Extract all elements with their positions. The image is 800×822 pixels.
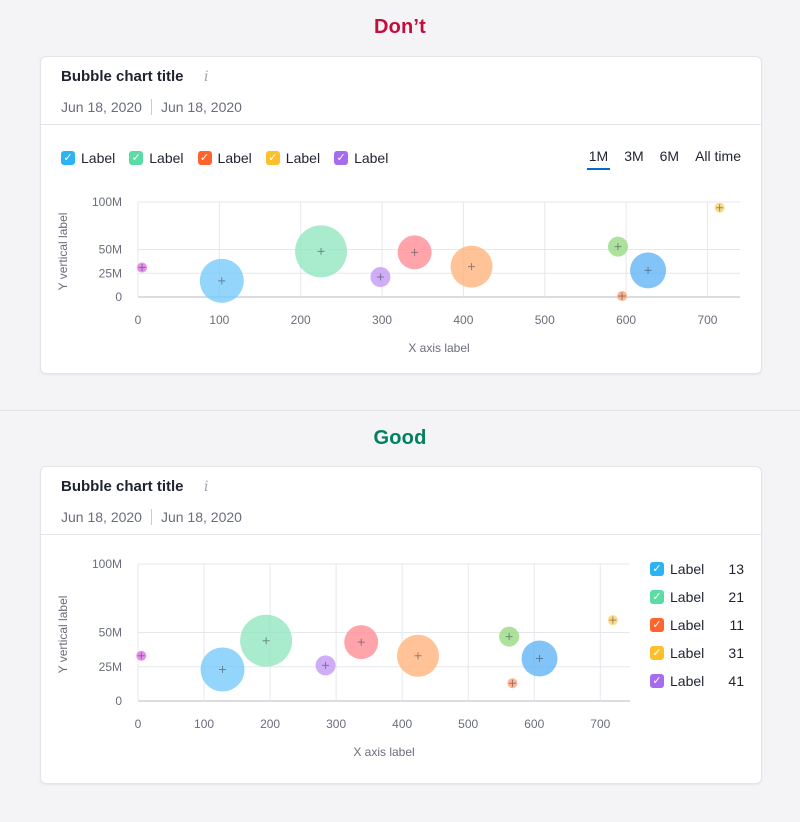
bubble-chart-dont: 0 25M 50M 100M 0 100 200 300 400 500 600 700 X axis … <box>56 195 740 355</box>
y-axis-label: Y vertical label <box>56 213 70 291</box>
x-tick-label: 300 <box>326 717 346 731</box>
y-axis-label: Y vertical label <box>56 596 70 674</box>
chart-card-good: Bubble chart title i Jun 18, 2020 Jun 18… <box>40 466 762 784</box>
legend-label: Label <box>670 561 705 577</box>
y-tick-label: 50M <box>99 626 122 640</box>
legend-label: Label <box>670 617 705 633</box>
x-tick-label: 600 <box>524 717 544 731</box>
legend-value: 31 <box>728 645 744 661</box>
chart-card-dont: Bubble chart title i Jun 18, 2020 Jun 18… <box>40 56 762 374</box>
checkbox-checked-icon[interactable]: ✓ <box>650 646 664 660</box>
checkbox-checked-icon[interactable]: ✓ <box>650 618 664 632</box>
legend-value: 13 <box>728 561 744 577</box>
legend-value: 11 <box>729 617 744 633</box>
y-tick-label: 100M <box>92 195 122 209</box>
x-tick-label: 100 <box>209 313 229 327</box>
checkbox-checked-icon[interactable]: ✓ <box>650 674 664 688</box>
x-axis-label: X axis label <box>408 341 469 355</box>
legend-label: Label <box>670 645 705 661</box>
x-tick-label: 200 <box>291 313 311 327</box>
x-tick-label: 0 <box>135 717 142 731</box>
checkbox-checked-icon[interactable]: ✓ <box>650 590 664 604</box>
legend-label: Label <box>670 589 705 605</box>
legend-item-3[interactable]: ✓ Label 11 <box>650 611 744 639</box>
x-tick-label: 400 <box>392 717 412 731</box>
legend-item-5[interactable]: ✓ Label 41 <box>650 667 744 695</box>
x-tick-label: 700 <box>697 313 717 327</box>
x-tick-label: 400 <box>453 313 473 327</box>
x-tick-label: 200 <box>260 717 280 731</box>
legend-value: 21 <box>728 589 744 605</box>
x-tick-label: 600 <box>616 313 636 327</box>
good-heading: Good <box>373 427 427 449</box>
y-tick-label: 100M <box>92 557 122 571</box>
section-divider <box>0 410 800 411</box>
y-tick-label: 25M <box>99 266 122 280</box>
legend-item-1[interactable]: ✓ Label 13 <box>650 555 744 583</box>
y-tick-label: 0 <box>115 694 122 708</box>
legend-item-4[interactable]: ✓ Label 31 <box>650 639 744 667</box>
x-tick-label: 100 <box>194 717 214 731</box>
x-tick-label: 300 <box>372 313 392 327</box>
y-tick-label: 50M <box>99 243 122 257</box>
x-tick-label: 700 <box>590 717 610 731</box>
legend-item-2[interactable]: ✓ Label 21 <box>650 583 744 611</box>
x-tick-label: 500 <box>458 717 478 731</box>
y-tick-label: 25M <box>99 660 122 674</box>
checkbox-checked-icon[interactable]: ✓ <box>650 562 664 576</box>
dont-heading: Don’t <box>373 16 427 38</box>
legend-value: 41 <box>728 673 744 689</box>
legend-label: Label <box>670 673 705 689</box>
legend-side: ✓ Label 13 ✓ Label 21 ✓ Label 11 ✓ Label… <box>650 555 744 695</box>
x-axis-label: X axis label <box>353 745 414 759</box>
x-tick-label: 500 <box>535 313 555 327</box>
y-tick-label: 0 <box>115 290 122 304</box>
x-tick-label: 0 <box>135 313 142 327</box>
